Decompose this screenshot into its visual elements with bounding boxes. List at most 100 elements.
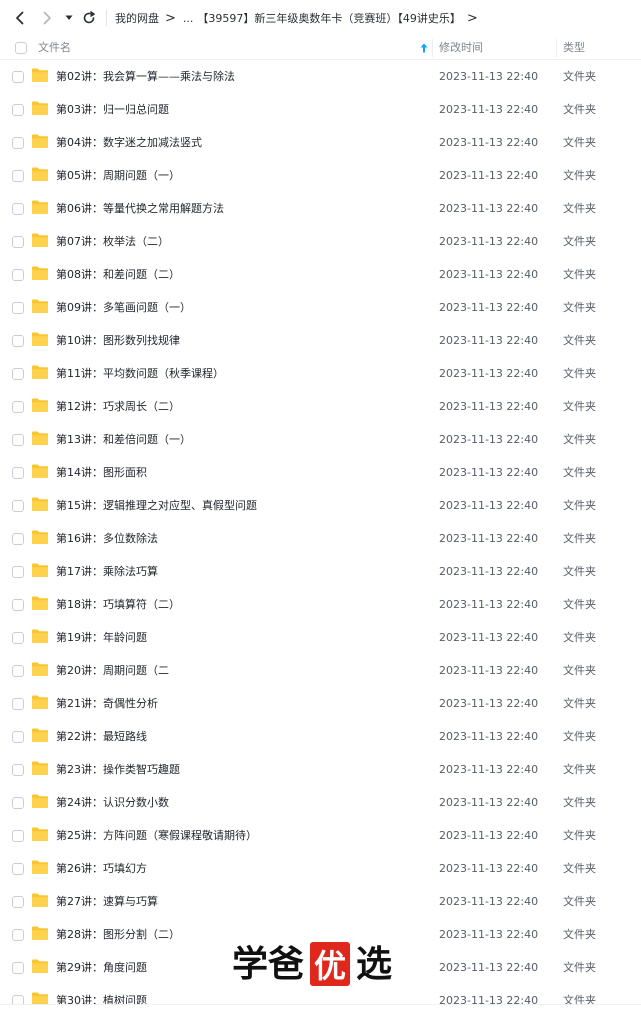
file-row[interactable]: 第03讲：归一归总问题 2023-11-13 22:40 文件夹 bbox=[0, 93, 641, 126]
file-row[interactable]: 第10讲：图形数列找规律 2023-11-13 22:40 文件夹 bbox=[0, 324, 641, 357]
row-checkbox[interactable] bbox=[12, 533, 24, 545]
file-row[interactable]: 第04讲：数字迷之加减法竖式 2023-11-13 22:40 文件夹 bbox=[0, 126, 641, 159]
row-checkbox[interactable] bbox=[12, 731, 24, 743]
breadcrumb-ellipsis[interactable]: ... bbox=[183, 12, 194, 25]
file-row[interactable]: 第25讲：方阵问题（寒假课程敬请期待） 2023-11-13 22:40 文件夹 bbox=[0, 819, 641, 852]
file-name[interactable]: 第22讲：最短路线 bbox=[56, 720, 147, 753]
row-checkbox[interactable] bbox=[12, 104, 24, 116]
file-row[interactable]: 第22讲：最短路线 2023-11-13 22:40 文件夹 bbox=[0, 720, 641, 753]
file-row[interactable]: 第18讲：巧填算符（二） 2023-11-13 22:40 文件夹 bbox=[0, 588, 641, 621]
file-row[interactable]: 第16讲：多位数除法 2023-11-13 22:40 文件夹 bbox=[0, 522, 641, 555]
file-name[interactable]: 第24讲：认识分数小数 bbox=[56, 786, 169, 819]
back-button[interactable] bbox=[9, 7, 31, 29]
row-checkbox[interactable] bbox=[12, 566, 24, 578]
row-checkbox[interactable] bbox=[12, 302, 24, 314]
file-row[interactable]: 第24讲：认识分数小数 2023-11-13 22:40 文件夹 bbox=[0, 786, 641, 819]
forward-button[interactable] bbox=[36, 7, 58, 29]
file-name[interactable]: 第08讲：和差问题（二） bbox=[56, 258, 180, 291]
file-name[interactable]: 第20讲：周期问题（二 bbox=[56, 654, 169, 687]
row-checkbox[interactable] bbox=[12, 665, 24, 677]
file-row[interactable]: 第23讲：操作类智巧趣题 2023-11-13 22:40 文件夹 bbox=[0, 753, 641, 786]
breadcrumb-root[interactable]: 我的网盘 bbox=[115, 10, 159, 26]
file-modified-time: 2023-11-13 22:40 bbox=[439, 697, 539, 710]
file-name[interactable]: 第15讲：逻辑推理之对应型、真假型问题 bbox=[56, 489, 257, 522]
row-checkbox[interactable] bbox=[12, 203, 24, 215]
file-row[interactable]: 第21讲：奇偶性分析 2023-11-13 22:40 文件夹 bbox=[0, 687, 641, 720]
breadcrumb-more-icon[interactable]: > bbox=[467, 12, 478, 25]
file-row[interactable]: 第13讲：和差倍问题（一） 2023-11-13 22:40 文件夹 bbox=[0, 423, 641, 456]
file-name[interactable]: 第26讲：巧填幻方 bbox=[56, 852, 147, 885]
file-name[interactable]: 第06讲：等量代换之常用解题方法 bbox=[56, 192, 224, 225]
row-checkbox[interactable] bbox=[12, 830, 24, 842]
file-name[interactable]: 第17讲：乘除法巧算 bbox=[56, 555, 158, 588]
file-row[interactable]: 第20讲：周期问题（二 2023-11-13 22:40 文件夹 bbox=[0, 654, 641, 687]
row-checkbox[interactable] bbox=[12, 368, 24, 380]
column-divider[interactable] bbox=[556, 39, 557, 57]
history-dropdown-button[interactable] bbox=[62, 7, 76, 29]
file-name[interactable]: 第27讲：速算与巧算 bbox=[56, 885, 158, 918]
row-checkbox[interactable] bbox=[12, 896, 24, 908]
file-name[interactable]: 第28讲：图形分割（二） bbox=[56, 918, 180, 951]
file-row[interactable]: 第27讲：速算与巧算 2023-11-13 22:40 文件夹 bbox=[0, 885, 641, 918]
select-all-checkbox[interactable] bbox=[15, 42, 27, 54]
file-name[interactable]: 第13讲：和差倍问题（一） bbox=[56, 423, 191, 456]
file-name[interactable]: 第25讲：方阵问题（寒假课程敬请期待） bbox=[56, 819, 257, 852]
column-header-name[interactable]: 文件名 bbox=[38, 36, 71, 60]
file-name[interactable]: 第02讲：我会算一算——乘法与除法 bbox=[56, 60, 235, 93]
row-checkbox[interactable] bbox=[12, 764, 24, 776]
file-name[interactable]: 第29讲：角度问题 bbox=[56, 951, 147, 984]
file-row[interactable]: 第26讲：巧填幻方 2023-11-13 22:40 文件夹 bbox=[0, 852, 641, 885]
file-row[interactable]: 第02讲：我会算一算——乘法与除法 2023-11-13 22:40 文件夹 bbox=[0, 60, 641, 93]
file-name[interactable]: 第18讲：巧填算符（二） bbox=[56, 588, 180, 621]
file-row[interactable]: 第11讲：平均数问题（秋季课程） 2023-11-13 22:40 文件夹 bbox=[0, 357, 641, 390]
row-checkbox[interactable] bbox=[12, 170, 24, 182]
row-checkbox[interactable] bbox=[12, 863, 24, 875]
column-divider[interactable] bbox=[432, 39, 433, 57]
file-name[interactable]: 第04讲：数字迷之加减法竖式 bbox=[56, 126, 202, 159]
row-checkbox[interactable] bbox=[12, 962, 24, 974]
file-name[interactable]: 第03讲：归一归总问题 bbox=[56, 93, 169, 126]
file-row[interactable]: 第05讲：周期问题（一） 2023-11-13 22:40 文件夹 bbox=[0, 159, 641, 192]
file-row[interactable]: 第07讲：枚举法（二） 2023-11-13 22:40 文件夹 bbox=[0, 225, 641, 258]
horizontal-scrollbar[interactable] bbox=[0, 1004, 641, 1024]
row-checkbox[interactable] bbox=[12, 797, 24, 809]
file-name[interactable]: 第21讲：奇偶性分析 bbox=[56, 687, 158, 720]
row-checkbox[interactable] bbox=[12, 401, 24, 413]
file-row[interactable]: 第08讲：和差问题（二） 2023-11-13 22:40 文件夹 bbox=[0, 258, 641, 291]
file-row[interactable]: 第17讲：乘除法巧算 2023-11-13 22:40 文件夹 bbox=[0, 555, 641, 588]
file-name[interactable]: 第16讲：多位数除法 bbox=[56, 522, 158, 555]
file-name[interactable]: 第09讲：多笔画问题（一） bbox=[56, 291, 191, 324]
file-name[interactable]: 第12讲：巧求周长（二） bbox=[56, 390, 180, 423]
file-name[interactable]: 第23讲：操作类智巧趣题 bbox=[56, 753, 180, 786]
row-checkbox[interactable] bbox=[12, 71, 24, 83]
file-row[interactable]: 第19讲：年龄问题 2023-11-13 22:40 文件夹 bbox=[0, 621, 641, 654]
file-row[interactable]: 第09讲：多笔画问题（一） 2023-11-13 22:40 文件夹 bbox=[0, 291, 641, 324]
breadcrumb-current[interactable]: 【39597】新三年级奥数年卡（竞赛班）【49讲史乐】 bbox=[197, 10, 461, 26]
arrow-up-icon[interactable] bbox=[420, 43, 428, 53]
row-checkbox[interactable] bbox=[12, 632, 24, 644]
file-name[interactable]: 第11讲：平均数问题（秋季课程） bbox=[56, 357, 224, 390]
file-name[interactable]: 第14讲：图形面积 bbox=[56, 456, 147, 489]
file-row[interactable]: 第14讲：图形面积 2023-11-13 22:40 文件夹 bbox=[0, 456, 641, 489]
column-header-type[interactable]: 类型 bbox=[563, 36, 585, 60]
file-row[interactable]: 第15讲：逻辑推理之对应型、真假型问题 2023-11-13 22:40 文件夹 bbox=[0, 489, 641, 522]
row-checkbox[interactable] bbox=[12, 236, 24, 248]
refresh-button[interactable] bbox=[78, 7, 100, 29]
row-checkbox[interactable] bbox=[12, 929, 24, 941]
row-checkbox[interactable] bbox=[12, 698, 24, 710]
row-checkbox[interactable] bbox=[12, 500, 24, 512]
row-checkbox[interactable] bbox=[12, 335, 24, 347]
file-row[interactable]: 第06讲：等量代换之常用解题方法 2023-11-13 22:40 文件夹 bbox=[0, 192, 641, 225]
file-name[interactable]: 第07讲：枚举法（二） bbox=[56, 225, 169, 258]
file-row[interactable]: 第12讲：巧求周长（二） 2023-11-13 22:40 文件夹 bbox=[0, 390, 641, 423]
folder-icon bbox=[32, 695, 48, 709]
column-header-modified[interactable]: 修改时间 bbox=[439, 36, 483, 60]
row-checkbox[interactable] bbox=[12, 137, 24, 149]
row-checkbox[interactable] bbox=[12, 467, 24, 479]
file-name[interactable]: 第19讲：年龄问题 bbox=[56, 621, 147, 654]
row-checkbox[interactable] bbox=[12, 269, 24, 281]
file-name[interactable]: 第10讲：图形数列找规律 bbox=[56, 324, 180, 357]
file-name[interactable]: 第05讲：周期问题（一） bbox=[56, 159, 180, 192]
row-checkbox[interactable] bbox=[12, 599, 24, 611]
row-checkbox[interactable] bbox=[12, 434, 24, 446]
